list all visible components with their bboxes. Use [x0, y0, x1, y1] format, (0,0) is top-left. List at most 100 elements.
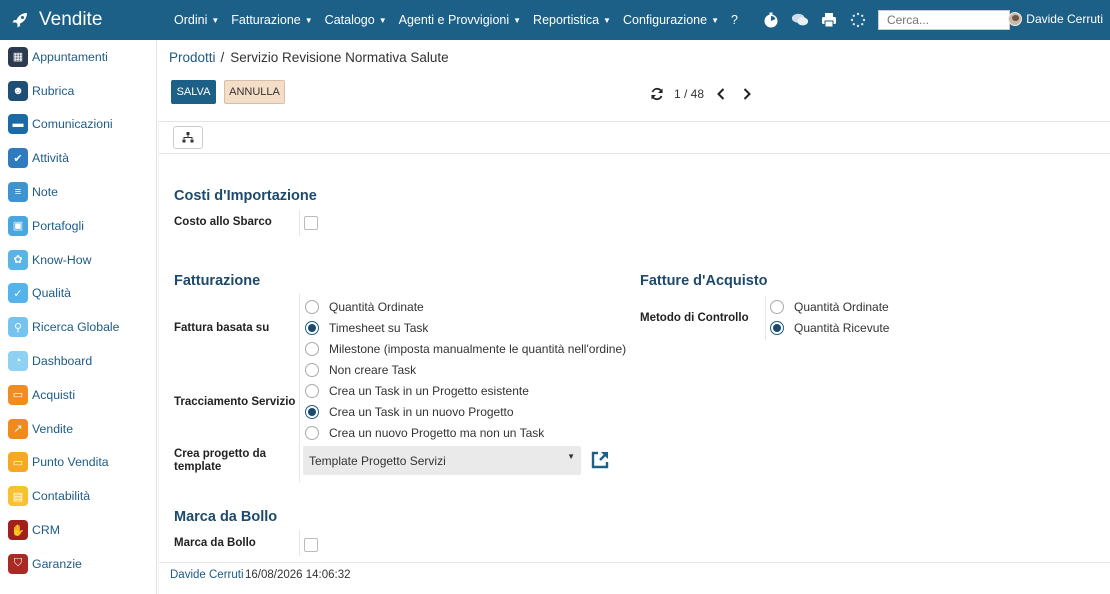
sidebar-item-garanzie[interactable]: ⛉ Garanzie — [0, 547, 156, 581]
sidebar-item-ricerca-globale[interactable]: ⚲ Ricerca Globale — [0, 310, 156, 344]
timer-icon[interactable] — [762, 11, 780, 29]
calendar-icon: ▦ — [8, 46, 28, 67]
radio-label: Timesheet su Task — [329, 321, 429, 335]
section-vendor-bills-title: Fatture d'Acquisto — [640, 273, 768, 289]
app-brand[interactable]: Vendite — [0, 9, 160, 31]
sidebar-item-label: Appuntamenti — [32, 49, 108, 64]
breadcrumb-parent-link[interactable]: Prodotti — [169, 50, 216, 65]
radio-option[interactable]: Crea un Task in un nuovo Progetto — [305, 403, 514, 421]
pager-value[interactable]: 1 / 48 — [674, 87, 704, 101]
radio-unchecked[interactable] — [305, 363, 319, 377]
user-menu[interactable]: Davide Cerruti — [1008, 12, 1103, 26]
radio-label: Crea un Task in un nuovo Progetto — [329, 405, 514, 419]
service-tracking-label: Tracciamento Servizio — [174, 396, 296, 408]
sidebar-item-contabilit-[interactable]: ▤ Contabilità — [0, 479, 156, 513]
chevron-right-icon — [743, 88, 751, 100]
stamp-duty-checkbox[interactable] — [304, 538, 318, 552]
menu-item-label: Fatturazione — [231, 13, 301, 27]
rocket-icon — [12, 13, 27, 28]
menu-item[interactable]: Reportistica ▼ — [533, 13, 611, 27]
systray — [762, 10, 1010, 30]
discard-button[interactable]: ANNULLA — [224, 80, 285, 104]
pager: 1 / 48 — [650, 87, 766, 101]
app-title: Vendite — [39, 9, 103, 30]
stamp-duty-label: Marca da Bollo — [174, 537, 256, 549]
radio-option[interactable]: Milestone (imposta manualmente le quanti… — [305, 340, 626, 358]
sidebar-item-acquisti[interactable]: ▭ Acquisti — [0, 378, 156, 412]
menu-item[interactable]: Ordini ▼ — [174, 13, 219, 27]
radio-option[interactable]: Quantità Ricevute — [770, 319, 889, 337]
dashboard-icon: ◔ — [8, 351, 28, 372]
user-name: Davide Cerruti — [1026, 12, 1103, 26]
radio-option[interactable]: Timesheet su Task — [305, 319, 428, 337]
chat-icon: ▬ — [8, 114, 28, 135]
sidebar-item-label: Know-How — [32, 252, 92, 267]
sitemap-icon — [182, 132, 194, 143]
section-import-costs-title: Costi d'Importazione — [174, 188, 317, 204]
pager-next-button[interactable] — [740, 87, 754, 101]
radio-option[interactable]: Quantità Ordinate — [770, 298, 889, 316]
pager-previous-button[interactable] — [714, 87, 728, 101]
sidebar-item-know-how[interactable]: ✿ Know-How — [0, 243, 156, 277]
radio-option[interactable]: Quantità Ordinate — [305, 298, 424, 316]
monitor-icon: ▭ — [8, 452, 28, 473]
sidebar-item-comunicazioni[interactable]: ▬ Comunicazioni — [0, 108, 156, 142]
invoice-policy-label: Fattura basata su — [174, 322, 270, 334]
landed-cost-checkbox[interactable] — [304, 216, 318, 230]
caret-down-icon: ▼ — [211, 16, 220, 25]
menu-item[interactable]: Agenti e Provvigioni ▼ — [399, 13, 521, 27]
discuss-icon[interactable] — [791, 11, 809, 29]
sidebar-item-dashboard[interactable]: ◔ Dashboard — [0, 344, 156, 378]
sidebar-item-crm[interactable]: ✋ CRM — [0, 513, 156, 547]
radio-option[interactable]: Crea un nuovo Progetto ma non un Task — [305, 424, 544, 442]
radio-option[interactable]: Crea un Task in un Progetto esistente — [305, 382, 529, 400]
save-button[interactable]: SALVA — [171, 80, 216, 104]
radio-checked[interactable] — [770, 321, 784, 335]
caret-down-icon: ▼ — [304, 16, 313, 25]
radio-unchecked[interactable] — [770, 300, 784, 314]
sidebar-item-rubrica[interactable]: ☻ Rubrica — [0, 74, 156, 108]
menu-item[interactable]: ? — [731, 13, 738, 27]
sidebar-item-attivit-[interactable]: ✔ Attività — [0, 141, 156, 175]
sidebar-item-label: Qualità — [32, 286, 71, 301]
sidebar-item-note[interactable]: ≡ Note — [0, 175, 156, 209]
project-template-select[interactable]: Template Progetto Servizi ▼ — [303, 446, 581, 475]
radio-checked[interactable] — [305, 321, 319, 335]
search-input[interactable] — [877, 10, 1010, 30]
caret-down-icon: ▼ — [711, 16, 719, 25]
radio-unchecked[interactable] — [305, 384, 319, 398]
breadcrumb: Prodotti / Servizio Revisione Normativa … — [169, 50, 449, 65]
menu-item[interactable]: Configurazione ▼ — [623, 13, 719, 27]
menu-item[interactable]: Catalogo ▼ — [325, 13, 387, 27]
loading-spinner-icon — [849, 11, 867, 29]
field-divider — [765, 296, 766, 340]
external-link-icon[interactable] — [590, 450, 610, 470]
radio-unchecked[interactable] — [305, 342, 319, 356]
sidebar-item-appuntamenti[interactable]: ▦ Appuntamenti — [0, 40, 156, 74]
sidebar-item-qualit-[interactable]: ✓ Qualità — [0, 277, 156, 311]
chatter-author[interactable]: Davide Cerruti — [170, 569, 244, 581]
breadcrumb-current: Servizio Revisione Normativa Salute — [230, 50, 449, 65]
radio-unchecked[interactable] — [305, 300, 319, 314]
project-template-label: Crea progetto da template — [174, 448, 267, 473]
section-invoicing-title: Fatturazione — [174, 273, 261, 289]
sidebar-item-label: Comunicazioni — [32, 117, 113, 132]
chart-icon: ↗ — [8, 418, 28, 439]
menu-item-label: Reportistica — [533, 13, 600, 27]
radio-unchecked[interactable] — [305, 426, 319, 440]
field-divider — [299, 210, 300, 236]
radio-checked[interactable] — [305, 405, 319, 419]
menu-item-label: Catalogo — [324, 13, 375, 27]
project-template-value: Template Progetto Servizi — [309, 453, 446, 468]
form-sheet: Costi d'Importazione Costo allo Sbarco F… — [159, 122, 1110, 590]
menu-item[interactable]: Fatturazione ▼ — [231, 13, 312, 27]
document-icon: ▤ — [8, 486, 28, 507]
sidebar-item-vendite[interactable]: ↗ Vendite — [0, 412, 156, 446]
sidebar-item-punto-vendita[interactable]: ▭ Punto Vendita — [0, 446, 156, 480]
sidebar-item-portafogli[interactable]: ▣ Portafogli — [0, 209, 156, 243]
lock-icon: ▣ — [8, 215, 28, 236]
print-icon[interactable] — [820, 11, 838, 29]
radio-option[interactable]: Non creare Task — [305, 361, 416, 379]
refresh-icon[interactable] — [650, 87, 664, 101]
hierarchy-button[interactable] — [173, 126, 203, 149]
